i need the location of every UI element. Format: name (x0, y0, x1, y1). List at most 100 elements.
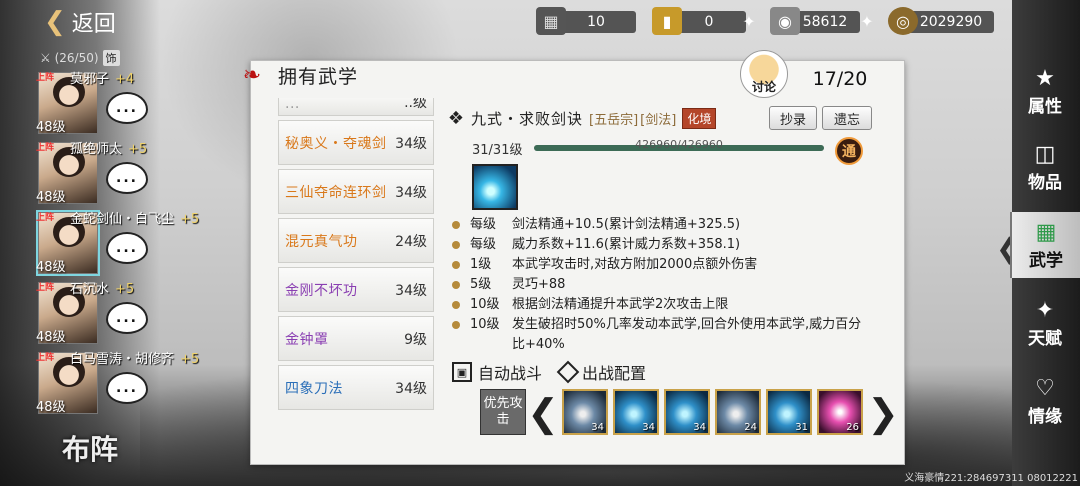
skill-level: 24级 (395, 233, 427, 250)
hero-name: 白马雪涛・胡修齐 +5 (70, 352, 200, 367)
chat-bubble-icon[interactable]: ... (106, 232, 148, 264)
formation-button[interactable]: 布阵 (40, 420, 140, 476)
ink-brush-icon: ❧ (242, 62, 262, 88)
branch-icon: ✦ (1035, 297, 1055, 323)
nav-attributes[interactable]: ★ 属性 (1010, 58, 1080, 124)
deploy-tag: 上阵 (36, 213, 55, 223)
currency-cart: ▦ 10 (536, 7, 646, 35)
currency-value: 2029290 (908, 11, 994, 33)
hero-card[interactable]: 上阵 金蛇剑仙・白飞尘 +5 48级 ... (36, 206, 236, 276)
deploy-tag: 上阵 (36, 353, 55, 363)
skill-slot[interactable]: 26 (817, 389, 863, 435)
nav-martial-arts[interactable]: ▦ 武学 (1010, 212, 1080, 278)
nav-items[interactable]: ◫ 物品 (1010, 134, 1080, 200)
skill-name: 金刚不坏功 (285, 282, 358, 299)
chat-bubble-icon[interactable]: ... (106, 162, 148, 194)
hero-level: 48级 (36, 400, 66, 415)
panel-header: ❧ 拥有武学 (232, 55, 358, 95)
exp-text: 426960/426960 (635, 138, 723, 151)
panel-title: 拥有武学 (278, 65, 359, 88)
hero-card[interactable]: 上阵 白马雪涛・胡修齐 +5 48级 ... (36, 346, 236, 416)
skill-list-item[interactable]: 三仙夺命连环剑 34级 (278, 169, 434, 214)
skill-list-item[interactable]: 混元真气功 24级 (278, 218, 434, 263)
currency-coin: ◎ 2029290 (888, 7, 1010, 35)
effect-row: 每级 剑法精通+10.5(累计剑法精通+325.5) (452, 215, 867, 235)
nav-bonds[interactable]: ♡ 情缘 (1010, 368, 1080, 434)
skill-detail-name: 九式・求败剑诀 (471, 109, 584, 128)
coin-icon: ◎ (888, 7, 918, 35)
skill-list-item[interactable]: 金钟罩 9级 (278, 316, 434, 361)
cart-icon: ▦ (536, 7, 566, 35)
team-count-icon: ⚔ (40, 51, 55, 65)
skill-level: 34级 (395, 184, 427, 201)
deploy-tag: 上阵 (36, 283, 55, 293)
battle-config-icon[interactable] (556, 360, 580, 384)
add-silver-icon[interactable]: ✦ (858, 12, 876, 31)
skill-slot[interactable]: 34 (562, 389, 608, 435)
deploy-tag: 上阵 (36, 73, 55, 83)
back-label: 返回 (71, 12, 116, 37)
hero-level: 48级 (36, 260, 66, 275)
skill-list-item[interactable]: 四象刀法 34级 (278, 365, 434, 410)
skill-name: 秘奥义・夺魂剑 (285, 135, 387, 152)
skill-level: 9级 (404, 331, 427, 348)
hero-card[interactable]: 上阵 孤绝师太 +5 48级 ... (36, 136, 236, 206)
hero-name: 孤绝师太 +5 (70, 142, 148, 157)
skill-slot[interactable]: 34 (613, 389, 659, 435)
hero-card[interactable]: 上阵 石沉水 +5 48级 ... (36, 276, 236, 346)
currency-value: 58612 (790, 11, 860, 33)
chat-bubble-icon[interactable]: ... (106, 372, 148, 404)
box-icon: ◫ (1034, 141, 1056, 167)
battle-config-label[interactable]: 出战配置 (582, 360, 646, 384)
priority-attack-button[interactable]: 优先攻击 (480, 389, 526, 435)
back-button[interactable]: ❮ 返回 (44, 6, 154, 38)
carousel-right-icon[interactable]: ❯ (867, 391, 899, 435)
effect-row: 10级 发生破招时50%几率发动本武学,回合外使用本武学,威力百分比+40% (452, 315, 867, 355)
mastery-badge[interactable]: 通 (835, 137, 863, 165)
skill-list[interactable]: ... ..级 秘奥义・夺魂剑 34级 三仙夺命连环剑 34级 混元真气功 24级 金刚… (278, 98, 436, 436)
battle-options: ▣ 自动战斗 出战配置 (452, 360, 752, 384)
hero-level: 48级 (36, 190, 66, 205)
deploy-tag: 上阵 (36, 143, 55, 153)
effects-list: 每级 剑法精通+10.5(累计剑法精通+325.5) 每级 威力系数+11.6(累计… (452, 215, 867, 355)
skill-counter: 17/20 (812, 68, 868, 90)
hero-name: 莫邪子 +4 (70, 72, 135, 87)
skill-slot[interactable]: 31 (766, 389, 812, 435)
team-count: ⚔ (26/50) 饰 (40, 49, 120, 67)
hero-level: 48级 (36, 120, 66, 135)
copy-button[interactable]: 抄录 (769, 106, 817, 130)
carousel-left-icon[interactable]: ❮ (527, 391, 559, 435)
nav-talents[interactable]: ✦ 天赋 (1010, 290, 1080, 356)
pig-icon: ★ (1035, 65, 1055, 91)
skill-level: 34级 (395, 135, 427, 152)
skill-slot[interactable]: 34 (664, 389, 710, 435)
skill-list-item[interactable]: 秘奥义・夺魂剑 34级 (278, 120, 434, 165)
team-count-text: (26/50) (54, 51, 99, 65)
type-tag: [剑法] (640, 112, 677, 128)
effect-row: 5级 灵巧+88 (452, 275, 867, 295)
discuss-button[interactable]: 讨论 (740, 50, 788, 98)
skill-slot[interactable]: 24 (715, 389, 761, 435)
skill-name: 四象刀法 (285, 380, 343, 397)
auto-battle-label[interactable]: 自动战斗 (478, 360, 542, 384)
skill-name: 混元真气功 (285, 233, 358, 250)
chat-bubble-icon[interactable]: ... (106, 92, 148, 124)
hero-level: 48级 (36, 330, 66, 345)
team-badge[interactable]: 饰 (102, 50, 120, 66)
scroll-icon: ▦ (1035, 219, 1057, 245)
effect-row: 1级 本武学攻击时,对敌方附加2000点额外伤害 (452, 255, 867, 275)
forget-button[interactable]: 遗忘 (822, 106, 872, 130)
skill-level: 34级 (395, 282, 427, 299)
skill-list-item[interactable]: 金刚不坏功 34级 (278, 267, 434, 312)
auto-battle-icon[interactable]: ▣ (452, 362, 472, 382)
chat-bubble-icon[interactable]: ... (106, 302, 148, 334)
add-gold-icon[interactable]: ✦ (740, 12, 758, 31)
hero-name: 金蛇剑仙・白飞尘 +5 (70, 212, 200, 227)
skill-level: 34级 (395, 380, 427, 397)
diamond-icon: ❖ (447, 107, 465, 129)
sect-tag: [五岳宗] (589, 112, 639, 128)
skill-list-item[interactable]: ... ..级 (278, 98, 434, 116)
hero-card[interactable]: 上阵 莫邪子 +4 48级 ... (36, 66, 236, 136)
footer-note: 义海豪情221:284697311 08012221 (904, 473, 1078, 484)
currency-value: 10 (556, 11, 636, 33)
